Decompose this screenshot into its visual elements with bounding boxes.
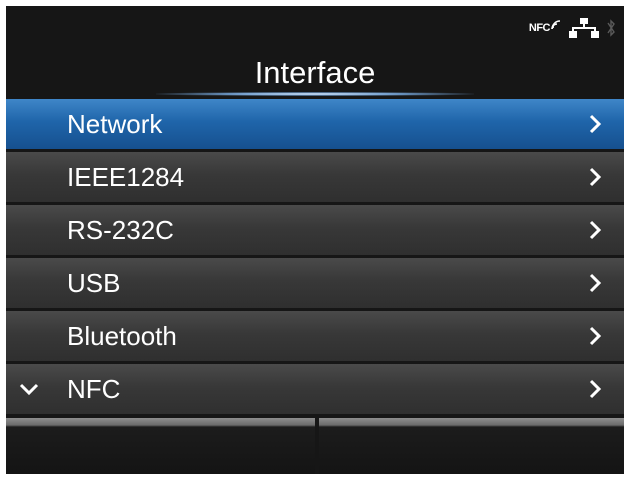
page-title: Interface (254, 55, 376, 90)
menu-item-label: USB (67, 268, 121, 298)
interface-menu-list: Network IEEE1284 RS-232C USB Bluetooth N… (6, 99, 624, 417)
menu-item-label: Bluetooth (67, 321, 177, 351)
menu-item-usb[interactable]: USB (6, 258, 624, 308)
bluetooth-icon (607, 18, 616, 38)
menu-item-rs232c[interactable]: RS-232C (6, 205, 624, 255)
menu-item-ieee1284[interactable]: IEEE1284 (6, 152, 624, 202)
menu-item-label: Network (67, 109, 163, 139)
chevron-right-icon (589, 273, 602, 293)
menu-item-nfc[interactable]: NFC (6, 364, 624, 414)
network-icon (569, 18, 599, 38)
chevron-right-icon (589, 114, 602, 134)
right-softkey[interactable] (319, 418, 624, 474)
printer-lcd-screen: NFC Interface Network IEEE1284 RS-232C U… (6, 6, 624, 474)
header: Interface (6, 50, 624, 98)
nfc-label: NFC (528, 22, 551, 34)
title-underline-glow (156, 92, 474, 96)
menu-item-label: RS-232C (67, 215, 174, 245)
left-softkey[interactable] (6, 418, 315, 474)
status-bar: NFC (6, 6, 624, 50)
nfc-icon: NFC (528, 20, 561, 34)
chevron-right-icon (589, 220, 602, 240)
menu-item-label: NFC (67, 374, 121, 404)
chevron-right-icon (589, 167, 602, 187)
softkey-bar (6, 418, 624, 474)
scroll-down-icon (19, 383, 39, 396)
menu-item-label: IEEE1284 (67, 162, 185, 192)
status-icons: NFC (529, 16, 616, 40)
menu-item-bluetooth[interactable]: Bluetooth (6, 311, 624, 361)
chevron-right-icon (589, 326, 602, 346)
chevron-right-icon (589, 379, 602, 399)
menu-item-network[interactable]: Network (6, 99, 624, 149)
